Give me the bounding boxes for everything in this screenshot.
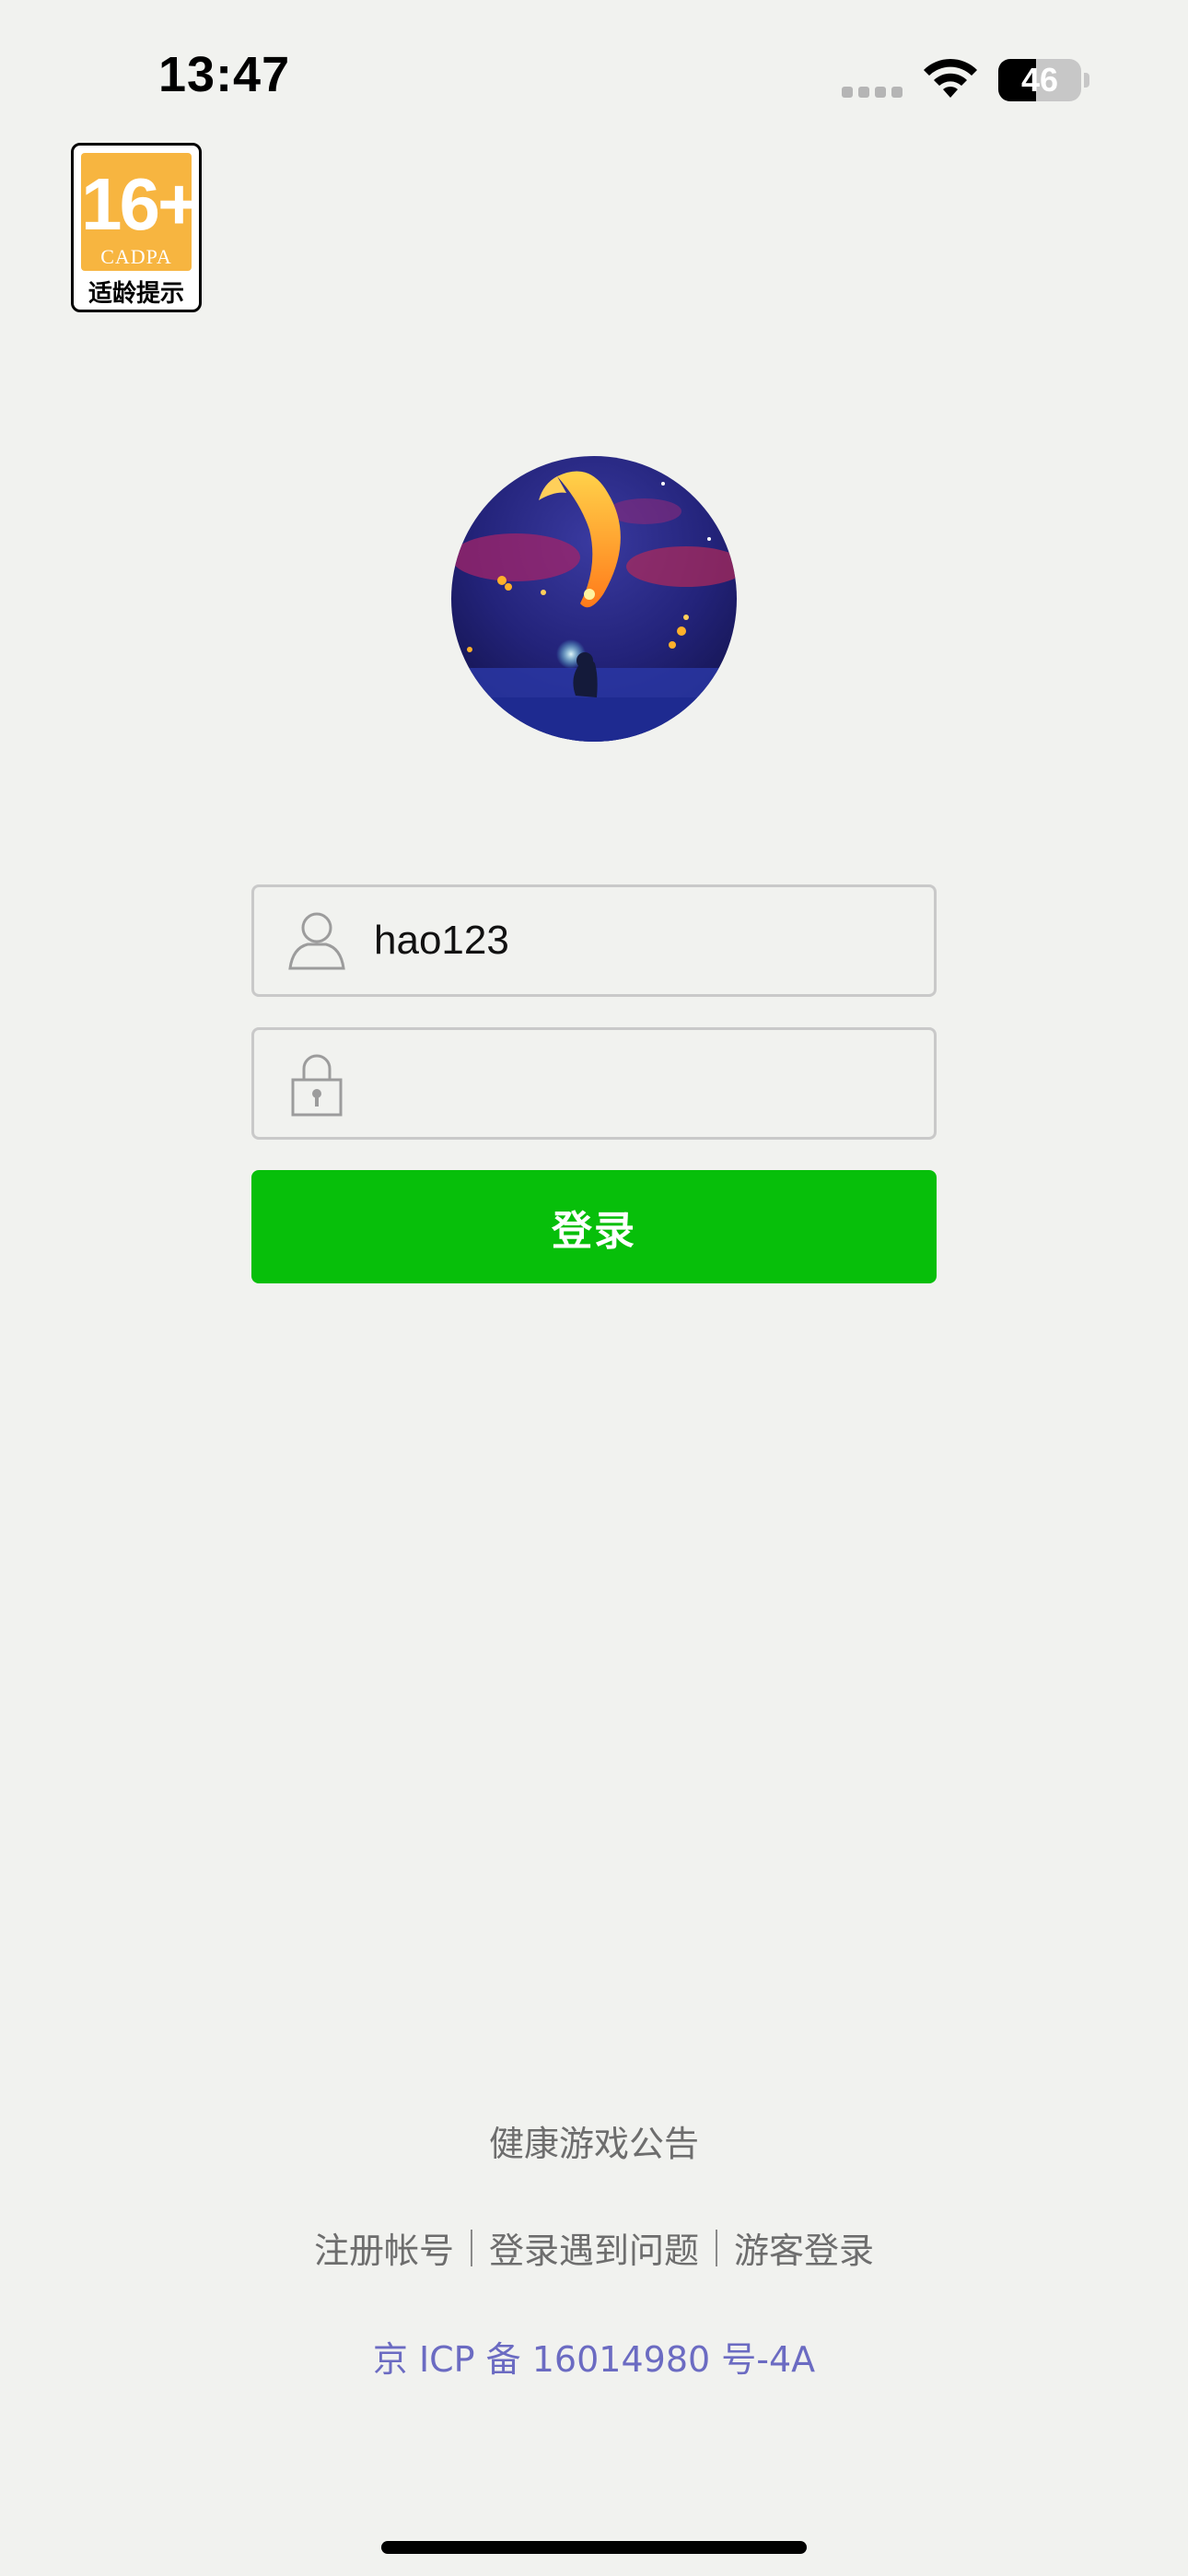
cellular-signal-icon bbox=[842, 87, 904, 98]
age-rating-org: CADPA bbox=[100, 245, 172, 268]
age-badge-panel: 16+ CADPA bbox=[81, 153, 199, 271]
battery-level: 46 bbox=[1020, 61, 1059, 99]
age-rating: 16+ bbox=[81, 163, 199, 245]
guest-login-link[interactable]: 游客登录 bbox=[734, 2222, 874, 2273]
battery-indicator: 46 bbox=[998, 59, 1090, 101]
status-time: 13:47 bbox=[158, 47, 291, 102]
password-input[interactable] bbox=[374, 1030, 917, 1137]
username-field[interactable] bbox=[251, 884, 937, 997]
battery-body: 46 bbox=[998, 59, 1081, 101]
username-input[interactable] bbox=[374, 887, 917, 994]
wifi-icon bbox=[924, 58, 977, 98]
password-field[interactable] bbox=[251, 1027, 937, 1140]
login-screen: 13:47 46 16+ CADPA 适龄提示 hao123 登录 健康游戏公告… bbox=[0, 0, 1188, 2576]
age-rating-badge[interactable]: 16+ CADPA 适龄提示 bbox=[71, 143, 202, 312]
icp-license[interactable]: 京 ICP 备 16014980 号-4A bbox=[0, 2331, 1188, 2382]
login-help-link[interactable]: 登录遇到问题 bbox=[489, 2222, 699, 2273]
home-indicator[interactable] bbox=[381, 2541, 807, 2554]
account-links: 注册帐号 登录遇到问题 游客登录 bbox=[0, 2222, 1188, 2273]
battery-cap bbox=[1084, 73, 1089, 88]
lock-icon bbox=[291, 1054, 343, 1117]
link-divider bbox=[470, 2229, 472, 2266]
register-link[interactable]: 注册帐号 bbox=[314, 2222, 454, 2273]
login-button[interactable]: 登录 bbox=[251, 1170, 937, 1283]
link-divider bbox=[716, 2229, 717, 2266]
game-avatar bbox=[451, 456, 737, 742]
age-rating-caption: 适龄提示 bbox=[87, 280, 184, 308]
user-icon bbox=[288, 912, 345, 970]
health-notice-link[interactable]: 健康游戏公告 bbox=[0, 2115, 1188, 2166]
avatar-artwork bbox=[451, 456, 737, 742]
